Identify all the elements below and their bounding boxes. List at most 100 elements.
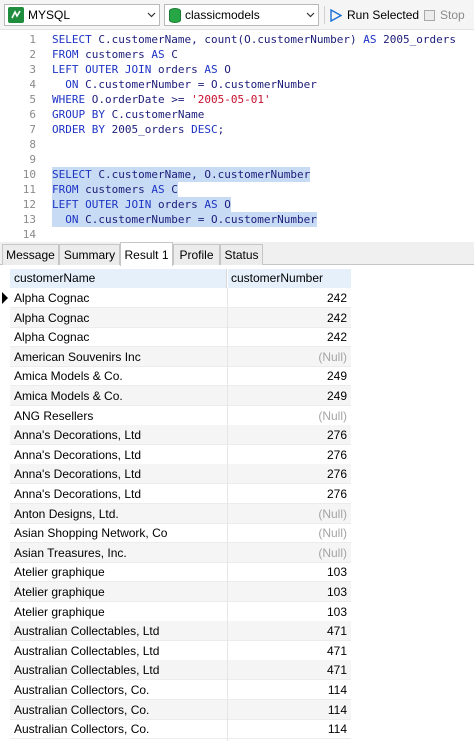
database-name: classicmodels [185, 8, 260, 22]
cell-customer-number[interactable]: 471 [237, 660, 347, 680]
cell-customer-name[interactable]: Atelier graphique [14, 562, 226, 582]
cell-customer-name[interactable]: Anna's Decorations, Ltd [14, 445, 226, 465]
cell-customer-name[interactable]: Australian Collectables, Ltd [14, 660, 226, 680]
table-row[interactable]: Australian Collectors, Co. 114 [10, 680, 351, 700]
line-number: 9 [29, 153, 36, 166]
cell-customer-number[interactable]: 276 [237, 484, 347, 504]
toolbar-separator [324, 6, 325, 24]
cell-customer-name[interactable]: Australian Collectables, Ltd [14, 621, 226, 641]
table-row[interactable]: Anna's Decorations, Ltd 276 [10, 464, 351, 485]
cell-customer-name[interactable]: Asian Treasures, Inc. [14, 543, 226, 563]
cell-customer-number[interactable]: 471 [237, 621, 347, 641]
tab-profile[interactable]: Profile [173, 244, 220, 265]
connection-select[interactable]: MYSQL [4, 4, 160, 26]
cell-customer-name[interactable]: Alpha Cognac [14, 327, 226, 347]
cell-customer-number[interactable]: (Null) [237, 504, 347, 524]
table-row[interactable]: Atelier graphique 103 [10, 602, 351, 622]
cell-customer-name[interactable]: Atelier graphique [14, 602, 226, 622]
table-row[interactable]: Australian Collectables, Ltd 471 [10, 621, 351, 642]
cell-customer-number[interactable]: 471 [237, 641, 347, 661]
cell-customer-name[interactable]: Australian Collectors, Co. [14, 719, 226, 739]
tab-result-1[interactable]: Result 1 [120, 242, 173, 266]
line-number: 5 [29, 93, 36, 106]
run-selected-button[interactable]: Run Selected [330, 4, 419, 26]
table-row[interactable]: Anna's Decorations, Ltd 276 [10, 425, 351, 446]
cell-customer-number[interactable]: 103 [237, 582, 347, 602]
cell-customer-number[interactable]: 242 [237, 308, 347, 328]
table-row[interactable]: Australian Collectors, Co. 114 [10, 699, 351, 720]
cell-customer-number[interactable]: 114 [237, 680, 347, 700]
cell-customer-number[interactable]: 276 [237, 445, 347, 465]
table-row[interactable]: ANG Resellers (Null) [10, 406, 351, 426]
cell-customer-name[interactable]: Australian Collectors, Co. [14, 680, 226, 700]
cell-customer-name[interactable]: Australian Collectors, Co. [14, 700, 226, 720]
line-number: 6 [29, 108, 36, 121]
table-row[interactable]: Atelier graphique 103 [10, 562, 351, 583]
database-select[interactable]: classicmodels [164, 4, 319, 26]
cell-customer-number[interactable]: (Null) [237, 543, 347, 563]
chevron-down-icon[interactable] [143, 5, 159, 25]
column-header-customernumber[interactable]: customerNumber [228, 269, 351, 288]
table-row[interactable]: American Souvenirs Inc (Null) [10, 346, 351, 367]
cell-customer-number[interactable]: 114 [237, 700, 347, 720]
toolbar: MYSQL classicmodels Run Selected Stop [0, 0, 474, 30]
cell-customer-name[interactable]: Alpha Cognac [14, 308, 226, 328]
code-line: LEFT OUTER JOIN orders AS O [52, 63, 231, 76]
cell-customer-name[interactable]: Amica Models & Co. [14, 386, 226, 406]
stop-button[interactable]: Stop [424, 4, 465, 26]
cell-customer-name[interactable]: Atelier graphique [14, 582, 226, 602]
cell-customer-number[interactable]: (Null) [237, 523, 347, 543]
sql-editor[interactable]: 1 SELECT C.customerName, count(O.customer… [0, 30, 474, 242]
cell-customer-number[interactable]: 276 [237, 425, 347, 445]
table-row[interactable]: Amica Models & Co. 249 [10, 386, 351, 406]
tab-summary[interactable]: Summary [59, 244, 120, 265]
table-row[interactable]: Australian Collectables, Ltd 471 [10, 660, 351, 681]
line-number: 4 [29, 78, 36, 91]
cell-customer-number[interactable]: 242 [237, 288, 347, 308]
cell-customer-number[interactable]: 249 [237, 386, 347, 406]
cell-customer-name[interactable]: Alpha Cognac [14, 288, 226, 308]
cell-customer-name[interactable]: Amica Models & Co. [14, 366, 226, 386]
table-row[interactable]: Australian Collectors, Co. 114 [10, 719, 351, 740]
play-icon [330, 8, 342, 22]
cell-customer-name[interactable]: Anton Designs, Ltd. [14, 504, 226, 524]
cell-customer-number[interactable]: 103 [237, 562, 347, 582]
cell-customer-number[interactable]: 103 [237, 602, 347, 622]
line-number: 2 [29, 48, 36, 61]
line-number: 1 [29, 33, 36, 46]
cell-customer-name[interactable]: American Souvenirs Inc [14, 347, 226, 367]
result-grid[interactable]: customerName customerNumber Alpha Cognac… [0, 266, 474, 741]
column-header-customername[interactable]: customerName [10, 269, 227, 288]
cell-customer-name[interactable]: Asian Shopping Network, Co [14, 523, 226, 543]
table-row[interactable]: Atelier graphique 103 [10, 582, 351, 602]
cell-customer-name[interactable]: ANG Resellers [14, 406, 226, 426]
cell-customer-number[interactable]: (Null) [237, 347, 347, 367]
stop-label: Stop [440, 8, 465, 22]
code-line: WHERE O.orderDate >= '2005-05-01' [52, 93, 271, 106]
table-row[interactable]: Alpha Cognac 242 [10, 307, 351, 328]
cell-customer-name[interactable]: Anna's Decorations, Ltd [14, 425, 226, 445]
tab-status[interactable]: Status [220, 244, 263, 265]
chevron-down-icon[interactable] [302, 5, 318, 25]
code-line: FROM customers AS C [52, 48, 178, 61]
table-row[interactable]: Alpha Cognac 242 [10, 327, 351, 348]
table-row[interactable]: Anton Designs, Ltd. (Null) [10, 503, 351, 524]
line-number: 10 [22, 168, 36, 181]
cell-customer-number[interactable]: 242 [237, 327, 347, 347]
table-row[interactable]: Anna's Decorations, Ltd 276 [10, 445, 351, 465]
cell-customer-name[interactable]: Australian Collectables, Ltd [14, 641, 226, 661]
cell-customer-name[interactable]: Anna's Decorations, Ltd [14, 464, 226, 484]
table-row[interactable]: Asian Shopping Network, Co (Null) [10, 523, 351, 544]
table-row[interactable]: Anna's Decorations, Ltd 276 [10, 484, 351, 504]
cell-customer-number[interactable]: 249 [237, 366, 347, 386]
cell-customer-number[interactable]: 276 [237, 464, 347, 484]
connection-name: MYSQL [28, 8, 71, 22]
cell-customer-name[interactable]: Anna's Decorations, Ltd [14, 484, 226, 504]
cell-customer-number[interactable]: 114 [237, 719, 347, 739]
cell-customer-number[interactable]: (Null) [237, 406, 347, 426]
table-row[interactable]: Australian Collectables, Ltd 471 [10, 641, 351, 661]
table-row[interactable]: Alpha Cognac 242 [10, 288, 351, 308]
table-row[interactable]: Amica Models & Co. 249 [10, 366, 351, 387]
table-row[interactable]: Asian Treasures, Inc. (Null) [10, 542, 351, 563]
tab-message[interactable]: Message [2, 244, 59, 265]
